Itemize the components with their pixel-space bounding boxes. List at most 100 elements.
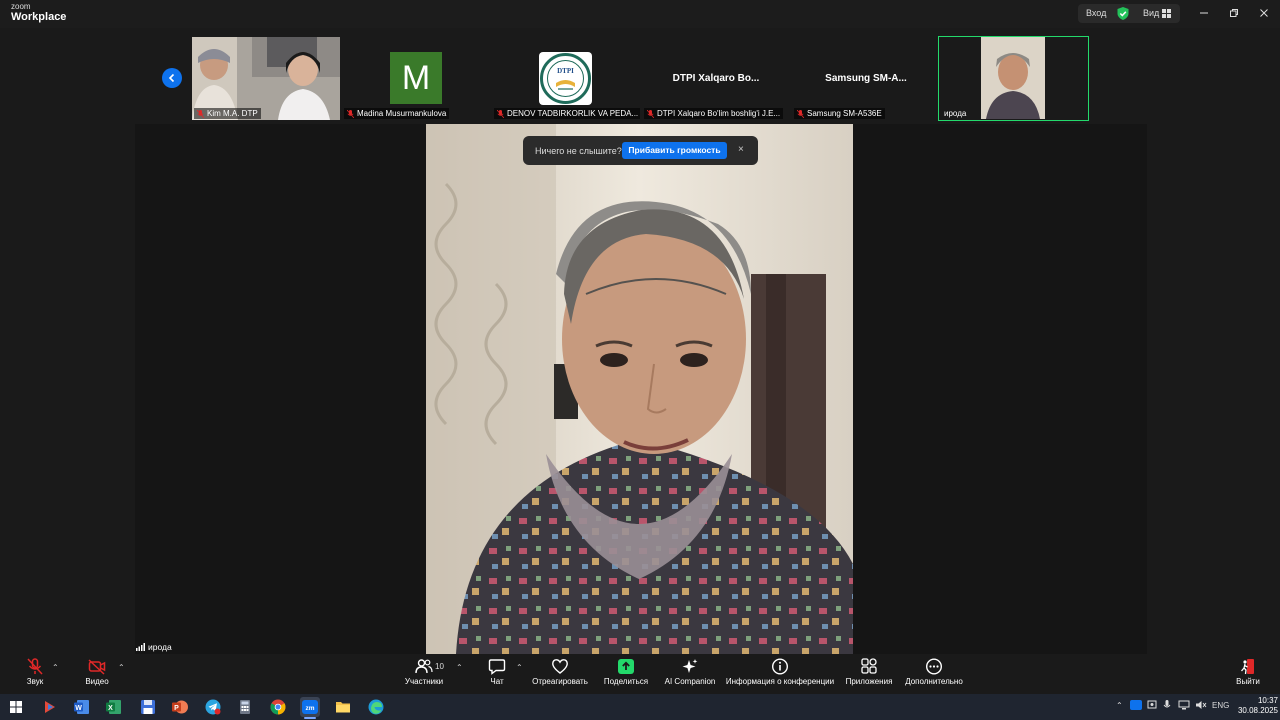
more-button[interactable]: Дополнительно <box>904 656 964 692</box>
telegram-icon <box>205 699 221 715</box>
restore-button[interactable] <box>1219 4 1249 22</box>
taskbar-zoom[interactable]: zm <box>300 697 320 719</box>
participant-tile[interactable]: DTPI Xalqaro Bo... DTPI Xalqaro Bo'lim b… <box>642 37 790 120</box>
logo-text: DTPI <box>557 67 574 75</box>
tray-device-icon[interactable] <box>1147 700 1157 710</box>
meeting-info-button[interactable]: Информация о конференции <box>725 656 835 692</box>
tray-mic-icon[interactable] <box>1163 700 1171 710</box>
tray-zoom-icon[interactable] <box>1130 700 1142 710</box>
taskbar-date: 30.08.2025 <box>1237 706 1278 715</box>
audio-options-caret-icon[interactable]: ⌃ <box>52 663 59 672</box>
tray-volume-muted-icon[interactable] <box>1195 700 1207 710</box>
apps-button[interactable]: Приложения <box>844 656 894 692</box>
chrome-icon <box>270 699 286 715</box>
powerpoint-icon: P <box>172 700 188 714</box>
participant-name: Kim M.A. DTP <box>207 109 258 118</box>
shield-check-icon[interactable] <box>1117 7 1129 20</box>
participants-options-caret-icon[interactable]: ⌃ <box>456 663 463 672</box>
leave-button[interactable]: Выйти <box>1234 656 1262 692</box>
participant-tile[interactable]: Kim M.A. DTP <box>192 37 340 120</box>
taskbar-clock[interactable]: 10:37 30.08.2025 <box>1232 696 1278 716</box>
main-speaker-name: ирода <box>148 642 172 652</box>
view-button[interactable]: Вид <box>1143 8 1159 18</box>
participants-icon <box>415 659 433 674</box>
video-options-caret-icon[interactable]: ⌃ <box>118 663 125 672</box>
chat-label: Чат <box>490 677 504 686</box>
info-icon <box>771 658 789 675</box>
audio-toast: Ничего не слышите? Прибавить громкость × <box>523 136 758 165</box>
speaker-video-feed <box>426 124 853 654</box>
minimize-icon <box>1200 12 1208 14</box>
ai-companion-button[interactable]: AI Companion <box>662 656 718 692</box>
participant-tile[interactable]: DTPI DENOV TADBIRKORLIK VA PEDA... <box>492 37 640 120</box>
close-window-button[interactable] <box>1249 4 1279 22</box>
heart-icon <box>552 659 568 674</box>
participant-name-label: ирода <box>941 108 969 119</box>
participant-tile[interactable]: M Madina Musurmankulova <box>342 37 490 120</box>
share-label: Поделиться <box>603 677 649 686</box>
signal-strength-icon <box>136 643 145 651</box>
windows-start-button[interactable] <box>6 697 26 717</box>
excel-icon: X <box>106 700 121 714</box>
chat-options-caret-icon[interactable]: ⌃ <box>516 663 523 672</box>
taskbar-word[interactable]: W <box>72 697 92 717</box>
active-speaker-tile[interactable]: ирода <box>938 36 1089 121</box>
participant-name-label: DENOV TADBIRKORLIK VA PEDA... <box>494 108 640 119</box>
chat-button[interactable]: Чат <box>484 656 510 692</box>
login-button[interactable]: Вход <box>1086 8 1106 18</box>
zoom-workplace-logo: zoom Workplace <box>11 3 66 23</box>
muted-mic-icon <box>647 109 654 118</box>
participant-name-label: DTPI Xalqaro Bo'lim boshlig'i J.E... <box>644 108 784 119</box>
taskbar-file-explorer[interactable] <box>333 697 353 717</box>
taskbar-save-app[interactable] <box>138 697 158 717</box>
taskbar-calculator[interactable] <box>235 697 255 717</box>
taskbar-excel[interactable]: X <box>104 697 124 717</box>
taskbar-edge[interactable] <box>366 697 386 717</box>
svg-text:W: W <box>75 705 82 712</box>
folder-icon <box>336 702 350 713</box>
participants-count: 10 <box>435 662 444 671</box>
more-label: Дополнительно <box>905 677 963 686</box>
logo-top-text: zoom <box>11 2 31 11</box>
taskbar-telegram[interactable] <box>203 697 223 717</box>
participant-name: DENOV TADBIRKORLIK VA PEDA... <box>507 109 639 118</box>
floppy-disk-icon <box>141 700 155 714</box>
taskbar-chrome[interactable] <box>268 697 288 717</box>
react-button[interactable]: Отреагировать <box>530 656 590 692</box>
sparkle-icon <box>682 659 698 673</box>
participant-name-label: Kim M.A. DTP <box>194 108 261 119</box>
increase-volume-button[interactable]: Прибавить громкость <box>622 142 727 159</box>
svg-text:X: X <box>108 705 113 712</box>
participant-name-label: Madina Musurmankulova <box>344 108 450 119</box>
participant-tile[interactable]: Samsung SM-A... Samsung SM-A536E <box>792 37 940 120</box>
tray-network-icon[interactable] <box>1178 700 1190 710</box>
close-icon <box>1260 9 1268 17</box>
minimize-button[interactable] <box>1189 4 1219 22</box>
taskbar-powerpoint[interactable]: P <box>170 697 190 717</box>
main-speaker-name-label: ирода <box>136 642 172 652</box>
avatar-letter: M <box>402 59 430 97</box>
tray-language[interactable]: ENG <box>1212 701 1229 710</box>
audio-button[interactable]: Звук <box>22 656 48 692</box>
zoom-icon: zm <box>302 700 318 714</box>
edge-icon <box>368 699 384 715</box>
participant-display-name: Samsung SM-A... <box>825 73 907 84</box>
taskbar-media-app[interactable] <box>40 697 60 717</box>
participant-name: DTPI Xalqaro Bo'lim boshlig'i J.E... <box>657 109 781 118</box>
tray-overflow-chevron-icon[interactable]: ⌃ <box>1116 701 1123 710</box>
apps-icon <box>861 658 877 674</box>
share-screen-icon <box>618 659 634 674</box>
restore-icon <box>1230 9 1238 17</box>
share-button[interactable]: Поделиться <box>602 656 650 692</box>
video-off-icon <box>88 659 106 675</box>
chevron-left-icon <box>168 73 175 83</box>
svg-text:zm: zm <box>305 705 314 712</box>
more-icon <box>925 658 943 675</box>
leave-icon <box>1241 659 1254 675</box>
muted-mic-icon <box>347 109 354 118</box>
previous-page-button[interactable] <box>162 68 182 88</box>
media-app-icon <box>45 701 55 713</box>
close-toast-button[interactable]: × <box>738 144 744 155</box>
grid-view-icon[interactable] <box>1162 9 1171 18</box>
video-button[interactable]: Видео <box>84 656 110 692</box>
